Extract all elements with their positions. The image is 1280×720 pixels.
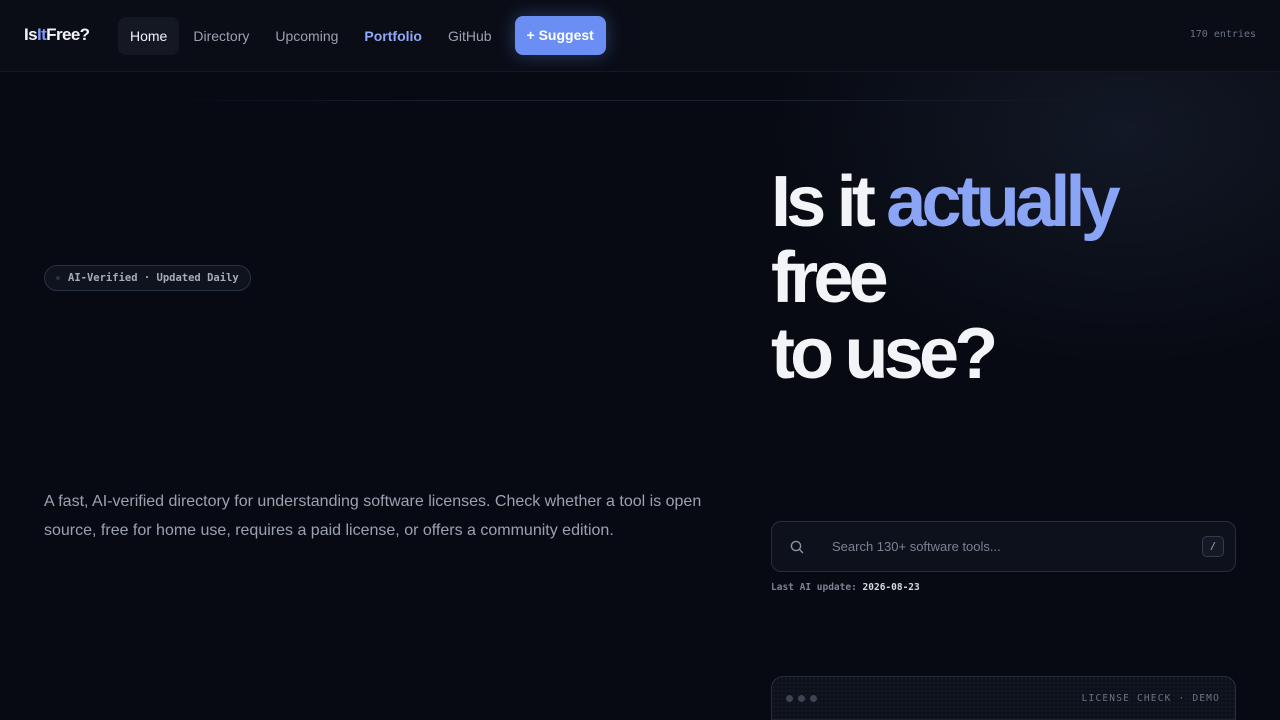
logo-accent: It xyxy=(36,25,47,44)
demo-label: LICENSE CHECK · DEMO xyxy=(1081,693,1220,704)
headline-line3: to use? xyxy=(771,314,998,394)
divider xyxy=(160,100,1120,101)
window-dot xyxy=(798,695,805,702)
logo-suffix: Free? xyxy=(46,25,90,44)
top-nav: IsItFree? Home Directory Upcoming Portfo… xyxy=(0,0,1280,72)
logo[interactable]: IsItFree? xyxy=(24,25,90,45)
nav-github[interactable]: GitHub xyxy=(436,17,504,55)
search-input[interactable] xyxy=(832,522,1192,571)
search-shortcut-key: / xyxy=(1202,536,1224,557)
window-dot xyxy=(786,695,793,702)
nav-directory[interactable]: Directory xyxy=(181,17,261,55)
nav-links: Home Directory Upcoming Portfolio GitHub… xyxy=(118,16,606,55)
headline-highlight: actually xyxy=(886,162,1121,242)
window-dots xyxy=(786,695,822,702)
search-icon xyxy=(790,540,804,554)
headline-line2: free xyxy=(771,238,889,318)
search-box[interactable]: / xyxy=(771,521,1236,572)
page-title: Is it actually free to use? xyxy=(771,162,1121,394)
license-check-demo-card: LICENSE CHECK · DEMO xyxy=(771,676,1236,720)
nav-upcoming[interactable]: Upcoming xyxy=(263,17,350,55)
entries-count: 170 entries xyxy=(1189,29,1256,40)
last-update-label: Last AI update: xyxy=(771,582,857,593)
nav-portfolio[interactable]: Portfolio xyxy=(352,17,434,55)
hero-description: A fast, AI-verified directory for unders… xyxy=(44,493,702,539)
suggest-button[interactable]: + Suggest xyxy=(514,16,606,55)
headline-part1: Is it xyxy=(771,162,887,242)
logo-prefix: Is xyxy=(24,25,38,44)
nav-home[interactable]: Home xyxy=(118,16,180,55)
status-badge: AI-Verified · Updated Daily xyxy=(44,265,251,291)
last-update: Last AI update: 2026-08-23 xyxy=(771,582,920,593)
window-dot xyxy=(810,695,817,702)
last-update-date: 2026-08-23 xyxy=(862,582,920,593)
